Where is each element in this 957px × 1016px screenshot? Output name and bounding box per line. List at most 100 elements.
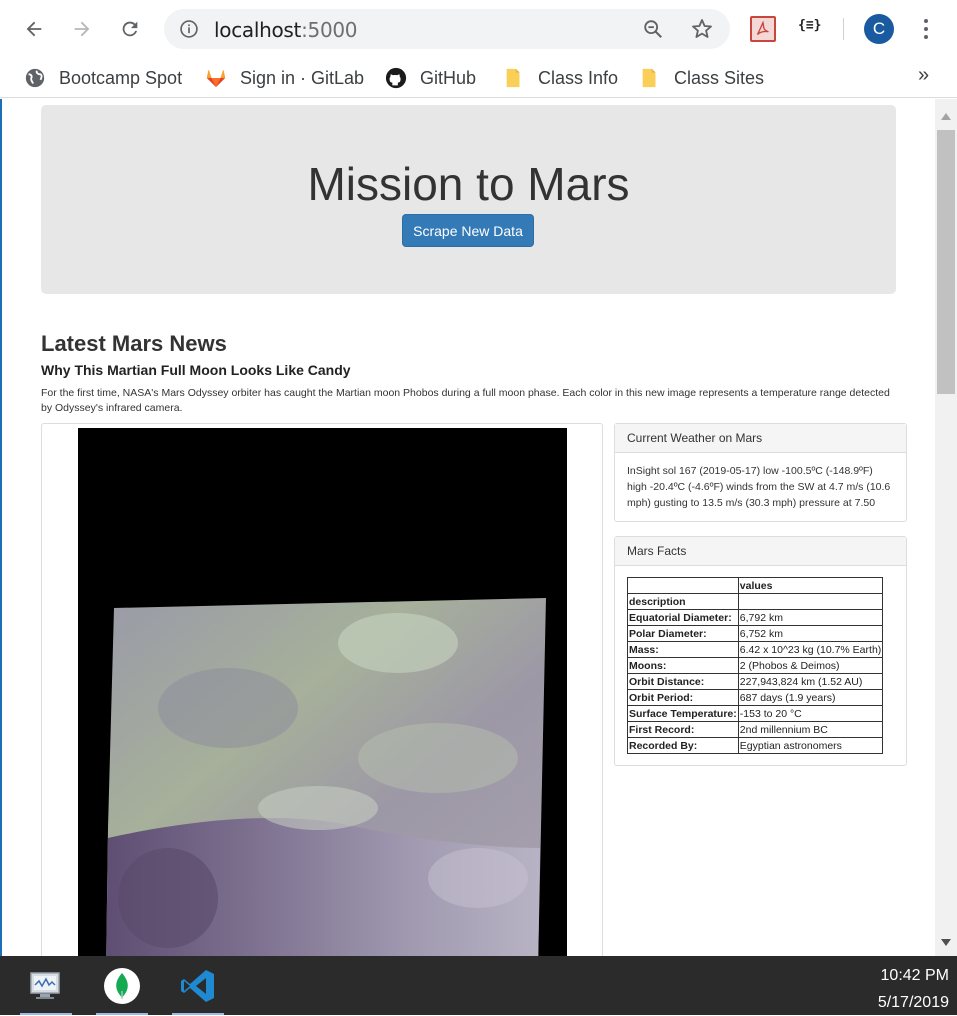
reload-icon [122, 21, 138, 37]
table-header-row: values [627, 577, 884, 594]
vertical-scrollbar[interactable] [935, 99, 957, 956]
fact-key: Orbit Distance: [627, 673, 739, 690]
zoom-out-icon[interactable] [642, 18, 664, 40]
info-icon[interactable] [179, 19, 199, 39]
scroll-down-arrow-icon[interactable] [941, 939, 951, 946]
github-icon [385, 67, 407, 89]
taskbar-mongodb-compass[interactable] [92, 956, 152, 1015]
vscode-icon [181, 969, 214, 1002]
folder-icon [506, 68, 520, 88]
table-empty-cell [737, 593, 884, 610]
bookmark-label: Sign in · GitLab [240, 67, 365, 88]
url-host: localhost [214, 18, 302, 42]
news-title: Why This Martian Full Moon Looks Like Ca… [41, 362, 351, 378]
clock-time: 10:42 PM [880, 967, 949, 984]
url-text[interactable]: localhost:5000 [214, 18, 358, 42]
weather-text: InSight sol 167 (2019-05-17) low -100.5º… [627, 465, 891, 509]
table-row: Orbit Distance: 227,943,824 km (1.52 AU) [627, 673, 884, 690]
pdf-extension-icon[interactable] [750, 16, 776, 42]
monitor-app-icon [30, 971, 60, 999]
news-heading: Latest Mars News [41, 331, 227, 356]
fact-value: 2 (Phobos & Deimos) [737, 657, 884, 674]
gitlab-icon [206, 69, 226, 88]
system-clock[interactable]: 10:42 PM 5/17/2019 [878, 962, 949, 1016]
fact-key: Recorded By: [627, 737, 739, 754]
bookmark-label: Bootcamp Spot [59, 67, 183, 88]
taskbar-monitor-app[interactable] [16, 956, 76, 1015]
json-viewer-extension-icon[interactable]: {≡} [798, 18, 821, 33]
fact-key: Mass: [627, 641, 739, 658]
featured-mars-image[interactable] [78, 428, 567, 956]
fact-value: 6.42 x 10^23 kg (10.7% Earth) [737, 641, 884, 658]
bookmarks-bar: Bootcamp Spot Sign in · GitLab GitHub Cl… [0, 58, 957, 98]
mars-facts-table: values description Equatorial Diameter: 6… [627, 577, 884, 754]
bookmark-label: Class Info [538, 67, 619, 88]
fact-key: Moons: [627, 657, 739, 674]
table-row: First Record: 2nd millennium BC [627, 721, 884, 738]
bookmark-github[interactable]: GitHub [385, 65, 476, 91]
mars-facts-heading: Mars Facts [615, 537, 906, 566]
table-corner-cell [627, 577, 739, 594]
mars-facts-panel: Mars Facts values description Equatorial… [614, 536, 907, 766]
forward-arrow-icon [74, 21, 90, 37]
bookmark-label: GitHub [420, 67, 477, 88]
fact-key: Polar Diameter: [627, 625, 739, 642]
news-paragraph: For the first time, NASA's Mars Odyssey … [41, 387, 890, 414]
windows-taskbar: 10:42 PM 5/17/2019 [0, 956, 957, 1015]
featured-image-panel [41, 423, 603, 956]
globe-icon [25, 68, 45, 88]
url-port: :5000 [301, 18, 358, 42]
scrape-new-data-button[interactable]: Scrape New Data [402, 214, 534, 247]
browser-toolbar: localhost:5000 {≡} C [0, 0, 957, 58]
page-title: Mission to Mars [307, 158, 630, 210]
table-row: Surface Temperature: -153 to 20 °C [627, 705, 884, 722]
fact-value: 2nd millennium BC [737, 721, 884, 738]
table-row: Equatorial Diameter: 6,792 km [627, 609, 884, 626]
fact-value: Egyptian astronomers [737, 737, 884, 754]
taskbar-vscode[interactable] [168, 956, 228, 1015]
table-row: Orbit Period: 687 days (1.9 years) [627, 689, 884, 706]
weather-panel: Current Weather on Mars InSight sol 167 … [614, 423, 907, 522]
reload-button[interactable] [115, 14, 145, 44]
bookmark-label: Class Sites [674, 67, 765, 88]
bookmark-gitlab[interactable]: Sign in · GitLab [205, 65, 364, 91]
table-index-row: description [627, 593, 884, 610]
page-viewport: Mission to Mars Scrape New Data Latest M… [0, 99, 957, 956]
folder-icon [642, 68, 656, 88]
back-arrow-icon [26, 21, 42, 37]
table-row: Recorded By: Egyptian astronomers [627, 737, 884, 754]
bookmark-class-sites[interactable]: Class Sites [639, 65, 764, 91]
fact-key: Surface Temperature: [627, 705, 739, 722]
browser-menu-icon[interactable] [918, 16, 934, 42]
window-left-edge [0, 99, 2, 956]
table-column-header: values [737, 577, 884, 594]
back-button[interactable] [19, 14, 49, 44]
fact-value: 687 days (1.9 years) [737, 689, 884, 706]
profile-avatar[interactable]: C [864, 14, 894, 44]
toolbar-divider [843, 18, 844, 40]
weather-panel-heading: Current Weather on Mars [615, 424, 906, 453]
fact-key: Orbit Period: [627, 689, 739, 706]
table-row: Mass: 6.42 x 10^23 kg (10.7% Earth) [627, 641, 884, 658]
bookmark-class-info[interactable]: Class Info [503, 65, 618, 91]
fact-value: 227,943,824 km (1.52 AU) [737, 673, 884, 690]
bookmarks-overflow-icon[interactable]: » [918, 64, 929, 87]
table-row: Moons: 2 (Phobos & Deimos) [627, 657, 884, 674]
fact-value: 6,792 km [737, 609, 884, 626]
fact-value: -153 to 20 °C [737, 705, 884, 722]
mars-facts-body: values description Equatorial Diameter: 6… [615, 566, 906, 765]
fact-key: First Record: [627, 721, 739, 738]
forward-button[interactable] [67, 14, 97, 44]
table-index-header: description [627, 593, 739, 610]
jumbotron: Mission to Mars Scrape New Data [41, 105, 896, 294]
bookmark-bootcamp-spot[interactable]: Bootcamp Spot [24, 65, 182, 91]
scroll-up-arrow-icon[interactable] [941, 113, 951, 120]
address-bar[interactable]: localhost:5000 [164, 9, 730, 49]
table-row: Polar Diameter: 6,752 km [627, 625, 884, 642]
fact-value: 6,752 km [737, 625, 884, 642]
bookmark-star-icon[interactable] [690, 17, 714, 41]
clock-date: 5/17/2019 [877, 994, 949, 1011]
mongodb-compass-icon [104, 967, 140, 1004]
fact-key: Equatorial Diameter: [627, 609, 739, 626]
scrollbar-thumb[interactable] [937, 130, 955, 394]
